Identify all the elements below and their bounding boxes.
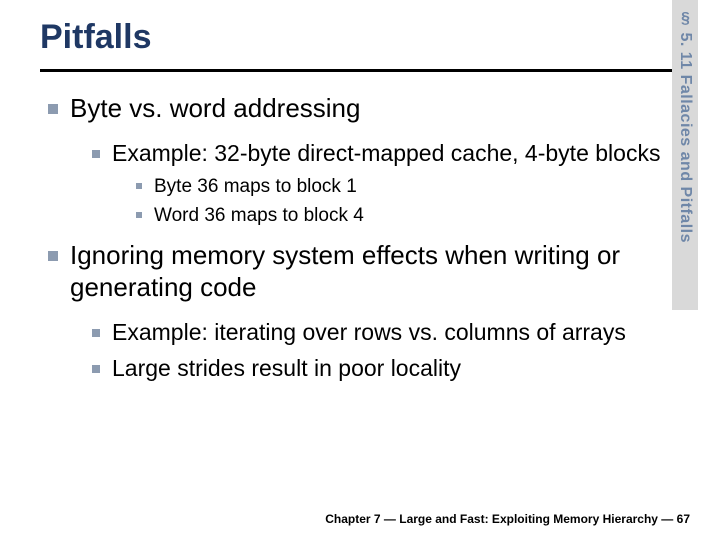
- square-bullet-icon: [92, 365, 100, 373]
- section-label-text: § 5. 11 Fallacies and Pitfalls: [676, 10, 694, 243]
- bullet-text: Byte vs. word addressing: [70, 92, 672, 125]
- bullet-text: Word 36 maps to block 4: [154, 203, 672, 229]
- section-label-sidebar: § 5. 11 Fallacies and Pitfalls: [672, 0, 698, 310]
- square-bullet-icon: [48, 104, 58, 114]
- slide-title: Pitfalls: [40, 18, 720, 57]
- bullet-text: Byte 36 maps to block 1: [154, 174, 672, 200]
- slide: § 5. 11 Fallacies and Pitfalls Pitfalls …: [0, 0, 720, 540]
- bullet-list-level1: Byte vs. word addressing Example: 32-byt…: [48, 92, 672, 383]
- list-item: Example: iterating over rows vs. columns…: [92, 318, 672, 348]
- square-bullet-icon: [48, 251, 58, 261]
- list-item: Example: 32-byte direct-mapped cache, 4-…: [92, 139, 672, 169]
- bullet-text: Ignoring memory system effects when writ…: [70, 239, 672, 304]
- bullet-list-level2: Example: iterating over rows vs. columns…: [92, 318, 672, 384]
- square-bullet-icon: [92, 150, 100, 158]
- square-bullet-icon: [92, 329, 100, 337]
- slide-content: Byte vs. word addressing Example: 32-byt…: [0, 72, 720, 383]
- list-item: Word 36 maps to block 4: [136, 203, 672, 229]
- bullet-list-level3: Byte 36 maps to block 1 Word 36 maps to …: [136, 174, 672, 228]
- list-item: Large strides result in poor locality: [92, 354, 672, 384]
- square-bullet-icon: [136, 183, 142, 189]
- bullet-text: Large strides result in poor locality: [112, 354, 672, 384]
- slide-footer: Chapter 7 — Large and Fast: Exploiting M…: [325, 512, 690, 526]
- list-item: Byte 36 maps to block 1: [136, 174, 672, 200]
- bullet-list-level2: Example: 32-byte direct-mapped cache, 4-…: [92, 139, 672, 229]
- bullet-text: Example: 32-byte direct-mapped cache, 4-…: [112, 139, 672, 169]
- title-region: Pitfalls: [0, 0, 720, 63]
- square-bullet-icon: [136, 212, 142, 218]
- bullet-text: Example: iterating over rows vs. columns…: [112, 318, 672, 348]
- list-item: Byte vs. word addressing: [48, 92, 672, 125]
- list-item: Ignoring memory system effects when writ…: [48, 239, 672, 304]
